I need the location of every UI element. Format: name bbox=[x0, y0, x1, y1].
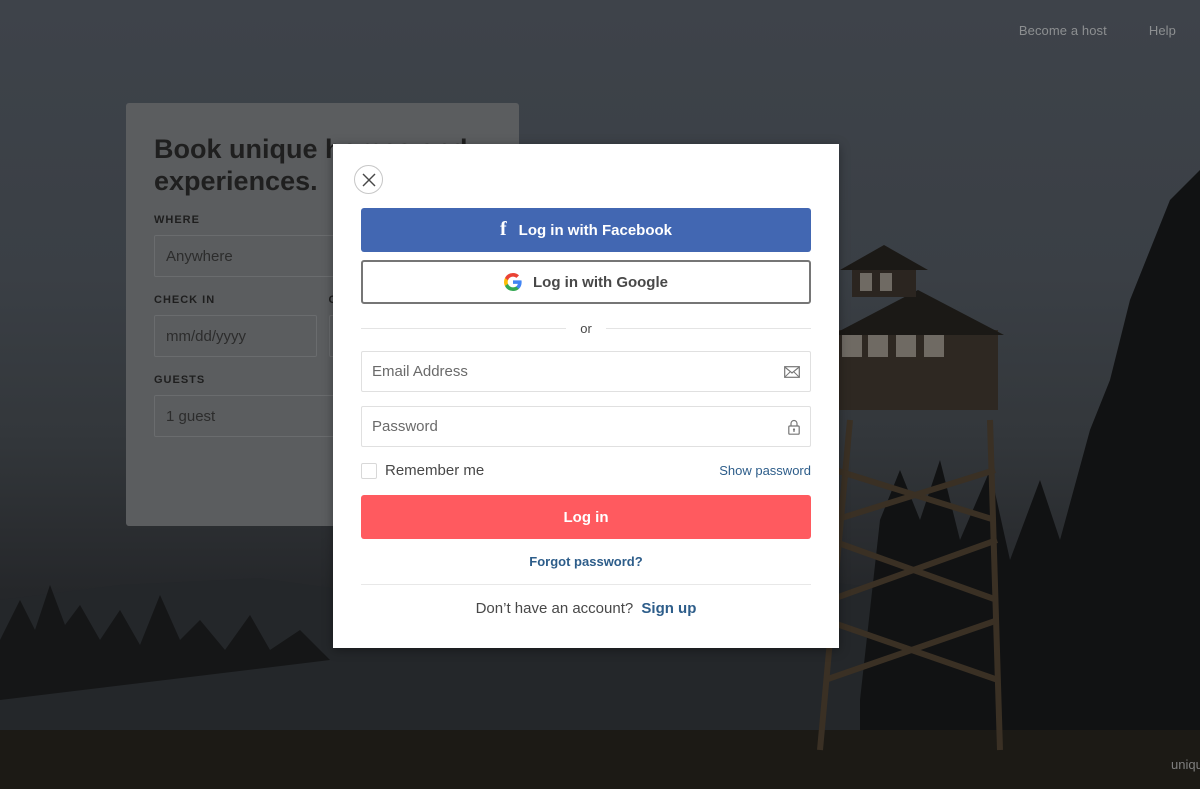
checkin-label: CHECK IN bbox=[154, 294, 216, 306]
login-modal: f Log in with Facebook Log in with Googl… bbox=[333, 144, 839, 648]
forgot-password-link[interactable]: Forgot password? bbox=[333, 554, 839, 569]
google-login-label: Log in with Google bbox=[533, 273, 668, 291]
email-input[interactable] bbox=[372, 363, 784, 380]
footer-separator bbox=[361, 584, 811, 585]
facebook-login-button[interactable]: f Log in with Facebook bbox=[361, 208, 811, 252]
or-divider: or bbox=[361, 320, 811, 336]
remember-label: Remember me bbox=[385, 462, 485, 479]
email-field bbox=[361, 351, 811, 392]
no-account-text: Don’t have an account? bbox=[475, 600, 634, 617]
signup-link[interactable]: Sign up bbox=[641, 600, 696, 617]
password-field bbox=[361, 406, 811, 447]
divider-line-right bbox=[605, 327, 811, 329]
become-host-link[interactable]: Become a host bbox=[1019, 23, 1107, 38]
facebook-login-label: Log in with Facebook bbox=[518, 221, 672, 239]
corner-caption: uniqu bbox=[1171, 757, 1200, 772]
lock-icon bbox=[788, 419, 800, 435]
password-input[interactable] bbox=[372, 418, 788, 435]
checkin-input[interactable]: mm/dd/yyyy bbox=[154, 315, 317, 357]
divider-line-left bbox=[361, 327, 567, 329]
login-button[interactable]: Log in bbox=[361, 495, 811, 539]
close-icon bbox=[362, 173, 375, 186]
show-password-link[interactable]: Show password bbox=[719, 463, 811, 478]
top-navigation: Become a host Help bbox=[1019, 23, 1176, 38]
divider-or-text: or bbox=[580, 320, 592, 336]
google-login-button[interactable]: Log in with Google bbox=[361, 260, 811, 304]
close-button[interactable] bbox=[354, 165, 383, 194]
remember-checkbox[interactable] bbox=[361, 462, 377, 479]
signup-row: Don’t have an account? Sign up bbox=[333, 600, 839, 617]
remember-me: Remember me bbox=[361, 462, 484, 479]
checkin-group: CHECK IN mm/dd/yyyy bbox=[154, 277, 317, 357]
help-link[interactable]: Help bbox=[1149, 23, 1176, 38]
facebook-icon: f bbox=[499, 217, 507, 240]
envelope-icon bbox=[784, 365, 800, 378]
google-icon bbox=[504, 273, 522, 291]
